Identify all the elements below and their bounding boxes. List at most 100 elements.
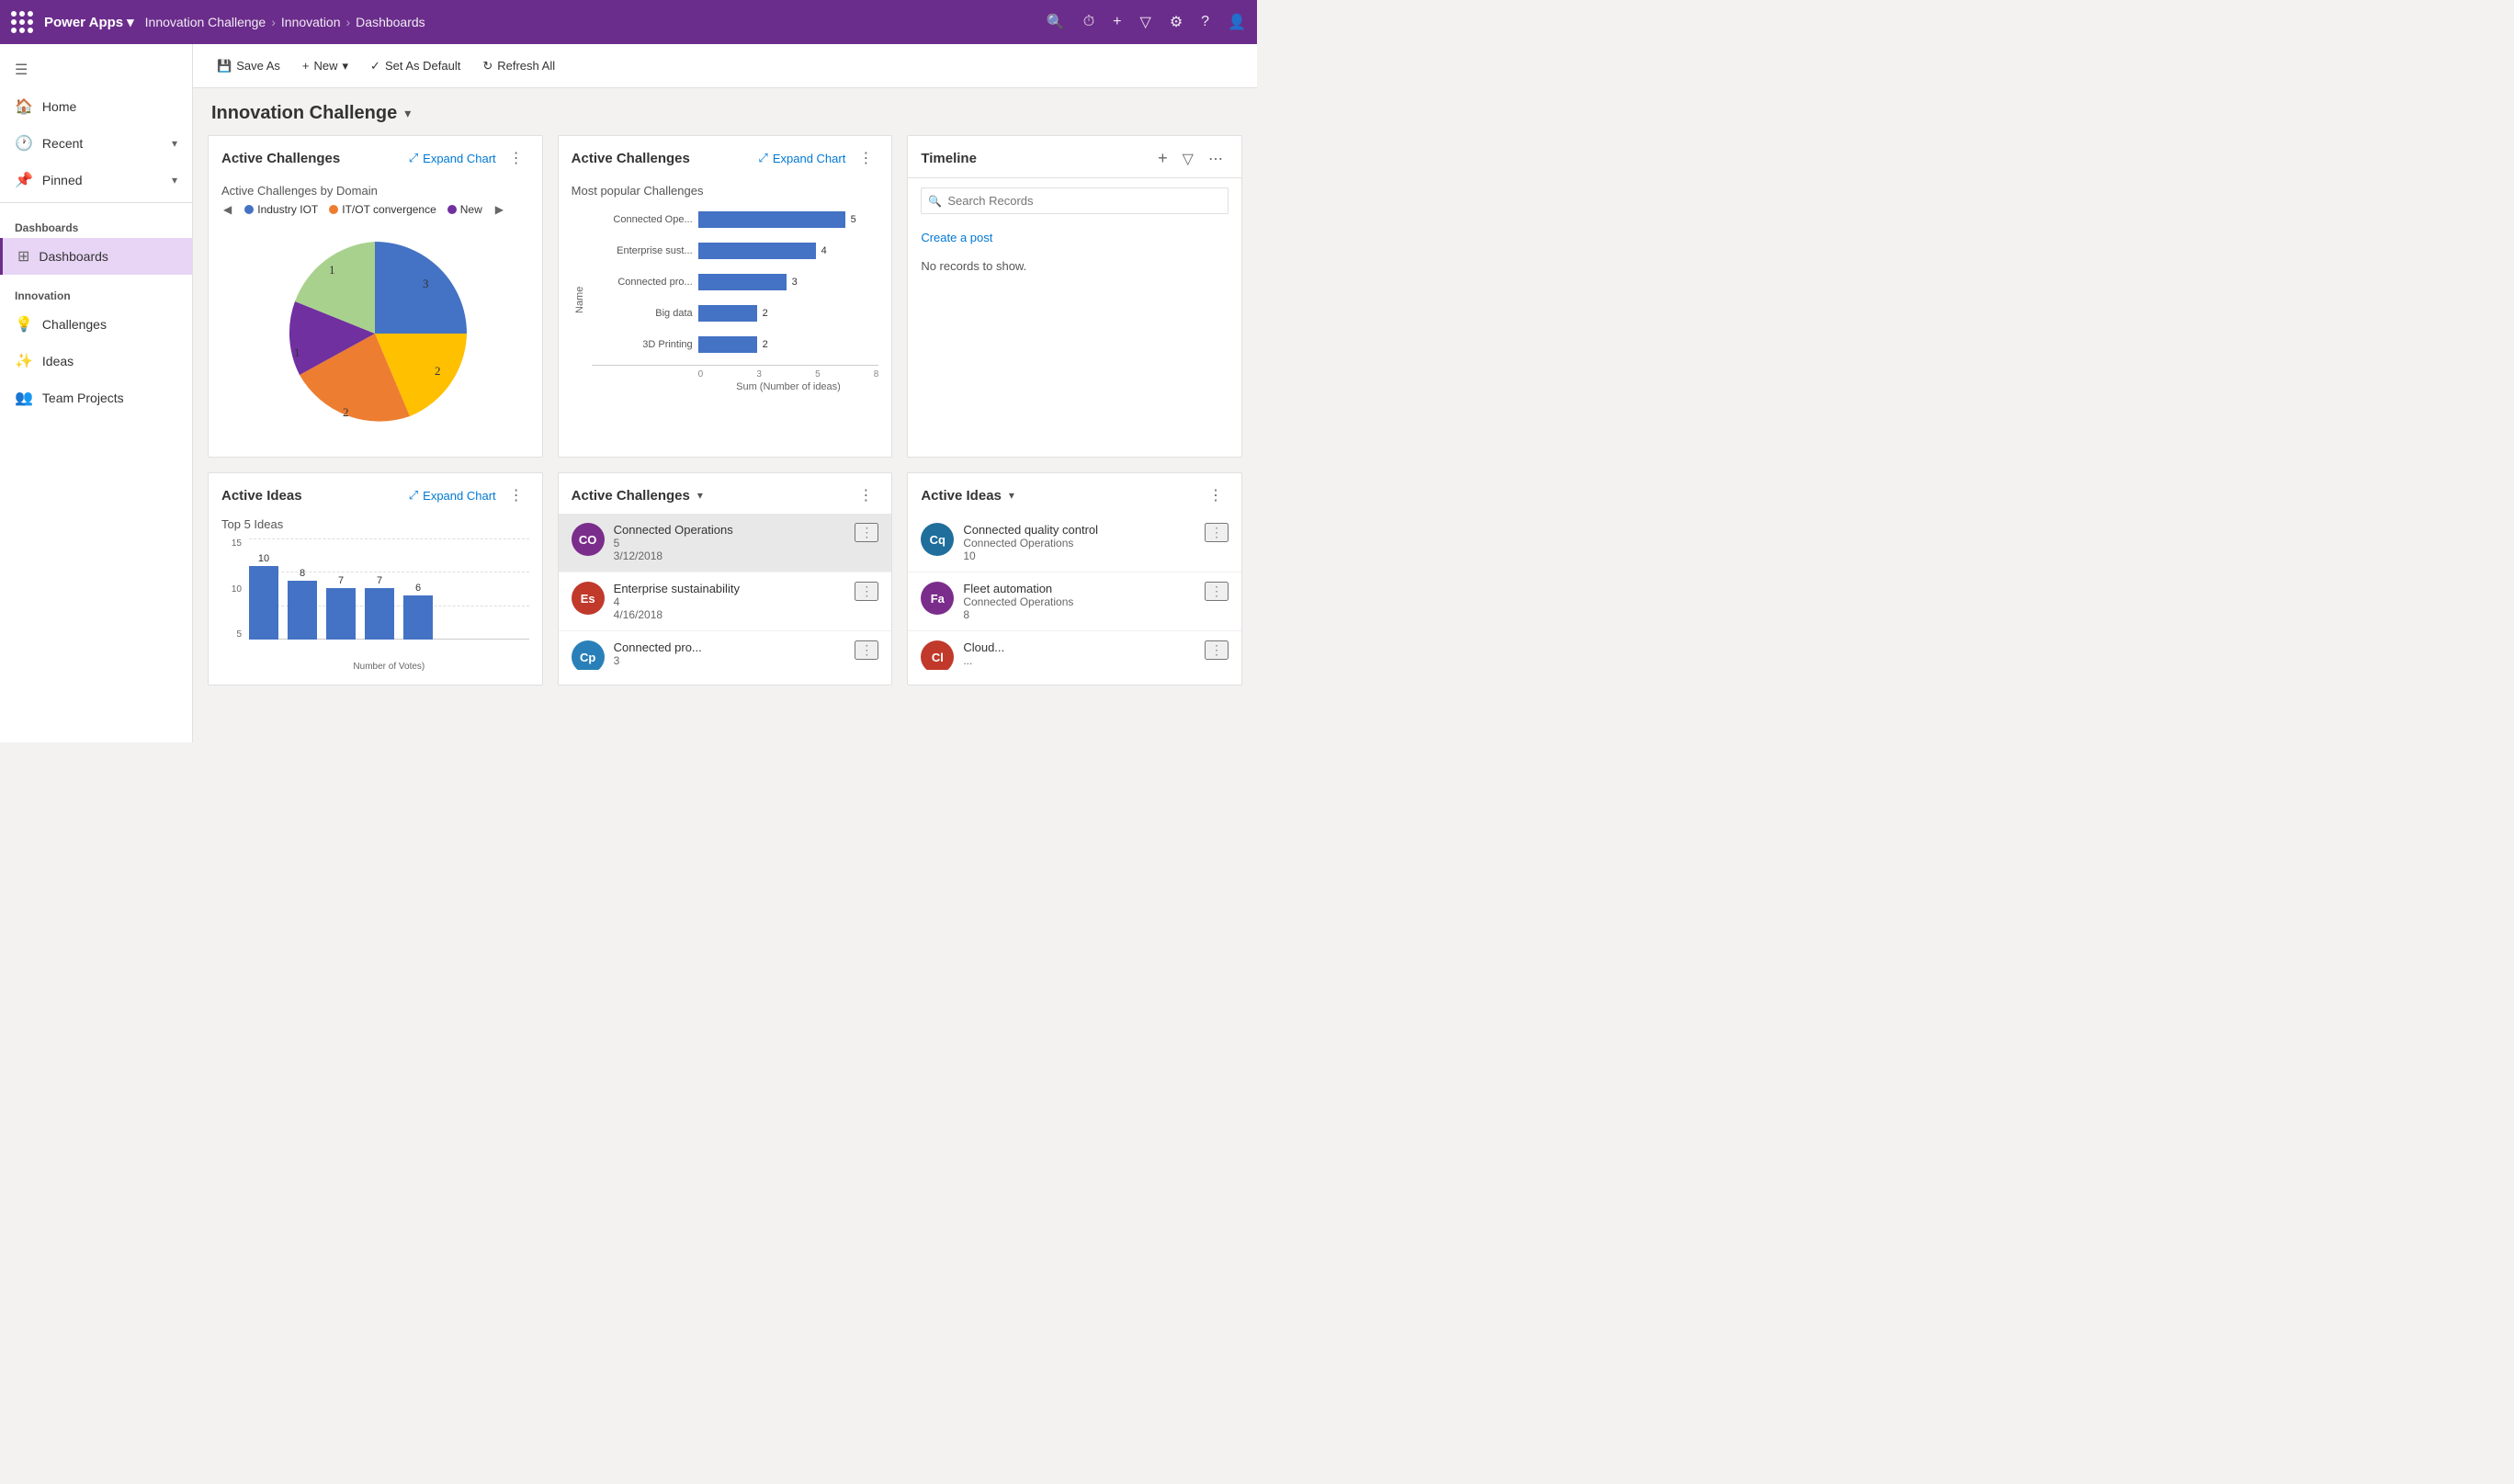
ideas-item-more-1[interactable]: ⋮ [1205, 582, 1229, 601]
timeline-filter-button[interactable]: ▽ [1177, 148, 1199, 170]
sidebar-item-challenges[interactable]: 💡 Challenges [0, 306, 192, 343]
new-label: New [313, 59, 337, 73]
filter-icon[interactable]: ▽ [1140, 13, 1151, 31]
ideas-list-item-0[interactable]: Cq Connected quality control Connected O… [908, 514, 1241, 572]
challenges-list-dropdown-icon[interactable]: ▾ [697, 489, 703, 502]
refresh-all-label: Refresh All [497, 59, 555, 73]
bar-fill-1 [698, 243, 816, 259]
app-launcher-icon[interactable] [11, 11, 33, 33]
set-as-default-button[interactable]: ✓ Set As Default [361, 53, 470, 79]
ideas-item-sub2-1: 8 [963, 608, 1195, 621]
ideas-list-dropdown-icon[interactable]: ▾ [1009, 489, 1014, 502]
sidebar-dashboards-label: Dashboards [39, 249, 108, 264]
bar-more-button[interactable]: ⋮ [853, 147, 878, 169]
app-name[interactable]: Power Apps ▾ [44, 14, 134, 30]
bar-row-1: Enterprise sust... 4 [592, 238, 879, 264]
bar-row-4: 3D Printing 2 [592, 332, 879, 357]
checkmark-icon: ✓ [370, 59, 380, 74]
legend-label-industry-iot: Industry IOT [257, 203, 318, 216]
active-challenges-list-card: Active Challenges ▾ ⋮ CO Connected Opera… [558, 472, 893, 685]
bar-chart-area: Name Connected Ope... 5 Enterprise sust.… [572, 207, 879, 392]
challenges-list-item-2[interactable]: Cp Connected pro... 3 ... ⋮ [559, 631, 892, 670]
ideas-item-more-2[interactable]: ⋮ [1205, 640, 1229, 660]
bar-fill-2 [698, 274, 787, 290]
challenges-list-title: Active Challenges [572, 488, 690, 504]
challenges-list-body: CO Connected Operations 5 3/12/2018 ⋮ Es [559, 514, 892, 670]
vbar-1: 8 [288, 568, 317, 640]
sidebar-collapse-button[interactable]: ☰ [0, 51, 192, 88]
breadcrumb-item-3[interactable]: Dashboards [356, 15, 425, 29]
ideas-expand-button[interactable]: ⤢ Expand Chart [409, 488, 496, 503]
expand-chart-icon: ⤢ [409, 151, 418, 165]
challenges-item-more-2[interactable]: ⋮ [855, 640, 878, 660]
save-as-button[interactable]: 💾 Save As [208, 53, 289, 79]
new-button[interactable]: + New ▾ [293, 53, 357, 79]
vbar-fill-1 [288, 581, 317, 640]
y-label-5: 5 [221, 629, 242, 640]
challenges-item-info-1: Enterprise sustainability 4 4/16/2018 [614, 582, 846, 621]
ideas-item-title-1: Fleet automation [963, 582, 1195, 595]
breadcrumb-item-1[interactable]: Innovation Challenge [145, 15, 266, 29]
ideas-list-more-button[interactable]: ⋮ [1203, 484, 1229, 506]
user-icon[interactable]: 👤 [1228, 13, 1246, 31]
sidebar-item-team-projects[interactable]: 👥 Team Projects [0, 379, 192, 416]
pie-legend: ◀ Industry IOT IT/OT convergence New [221, 203, 529, 216]
help-icon[interactable]: ? [1201, 14, 1209, 30]
dashboard-grid-bottom: Active Ideas ⤢ Expand Chart ⋮ Top 5 Idea… [193, 472, 1257, 700]
bar-label-0: Connected Ope... [592, 214, 693, 225]
ideas-list-item-2[interactable]: Cl Cloud... ... ... ⋮ [908, 631, 1241, 670]
timeline-add-button[interactable]: + [1152, 147, 1173, 170]
timeline-more-button[interactable]: ⋯ [1203, 148, 1229, 170]
vbar-container: 15 10 5 10 [221, 538, 529, 658]
pie-more-button[interactable]: ⋮ [504, 147, 529, 169]
search-icon[interactable]: 🔍 [1047, 13, 1065, 31]
ideas-chart-more-button[interactable]: ⋮ [504, 484, 529, 506]
sidebar-item-pinned[interactable]: 📌 Pinned ▾ [0, 162, 192, 198]
challenges-list-item-1[interactable]: Es Enterprise sustainability 4 4/16/2018… [559, 572, 892, 631]
top-nav-actions: 🔍 ⏱ + ▽ ⚙ ? 👤 [1047, 13, 1246, 31]
page-header: Innovation Challenge ▾ [193, 88, 1257, 135]
add-icon[interactable]: + [1113, 14, 1121, 30]
timeline-search-input[interactable] [921, 187, 1229, 214]
challenges-list-more-button[interactable]: ⋮ [853, 484, 878, 506]
legend-prev-icon[interactable]: ◀ [221, 203, 233, 216]
pie-expand-button[interactable]: ⤢ Expand Chart [409, 151, 496, 165]
recent-icon[interactable]: ⏱ [1083, 14, 1094, 30]
pie-card-header: Active Challenges ⤢ Expand Chart ⋮ [209, 136, 542, 176]
sidebar-section-dashboards: Dashboards [0, 207, 192, 238]
timeline-create-post[interactable]: Create a post [908, 223, 1241, 252]
sidebar-section-innovation: Innovation [0, 275, 192, 306]
svg-text:2: 2 [343, 405, 349, 419]
page-title-chevron-icon[interactable]: ▾ [404, 106, 411, 121]
sidebar-item-ideas[interactable]: ✨ Ideas [0, 343, 192, 379]
legend-next-icon[interactable]: ▶ [493, 203, 505, 216]
bar-label-1: Enterprise sust... [592, 245, 693, 256]
challenges-list-item-0[interactable]: CO Connected Operations 5 3/12/2018 ⋮ [559, 514, 892, 572]
pie-card-body: Active Challenges by Domain ◀ Industry I… [209, 176, 542, 457]
ideas-list-item-1[interactable]: Fa Fleet automation Connected Operations… [908, 572, 1241, 631]
vbars: 10 8 7 7 [249, 553, 529, 640]
recent-chevron-icon: ▾ [172, 137, 177, 150]
ideas-item-more-0[interactable]: ⋮ [1205, 523, 1229, 542]
sidebar-item-dashboards[interactable]: ⊞ Dashboards [0, 238, 192, 275]
challenges-item-more-1[interactable]: ⋮ [855, 582, 878, 601]
ideas-expand-label: Expand Chart [423, 489, 496, 503]
bar-expand-button[interactable]: ⤢ Expand Chart [758, 151, 845, 165]
challenges-item-more-0[interactable]: ⋮ [855, 523, 878, 542]
sidebar-item-home[interactable]: 🏠 Home [0, 88, 192, 125]
breadcrumb-item-2[interactable]: Innovation [281, 15, 341, 29]
vbar-2: 7 [326, 575, 356, 640]
team-projects-icon: 👥 [15, 389, 33, 407]
main-content: 💾 Save As + New ▾ ✓ Set As Default ↻ Ref… [193, 44, 1257, 742]
settings-icon[interactable]: ⚙ [1170, 13, 1183, 31]
legend-item-industry-iot: Industry IOT [244, 203, 318, 216]
ideas-list-body: Cq Connected quality control Connected O… [908, 514, 1241, 670]
legend-label-itot: IT/OT convergence [342, 203, 436, 216]
vbar-value-3: 7 [377, 575, 382, 586]
sidebar-item-recent[interactable]: 🕐 Recent ▾ [0, 125, 192, 162]
pinned-chevron-icon: ▾ [172, 174, 177, 187]
ideas-chart-title: Active Ideas [221, 488, 402, 504]
refresh-all-button[interactable]: ↻ Refresh All [473, 53, 564, 79]
bar-card-title: Active Challenges [572, 151, 752, 166]
bar-row-0: Connected Ope... 5 [592, 207, 879, 232]
